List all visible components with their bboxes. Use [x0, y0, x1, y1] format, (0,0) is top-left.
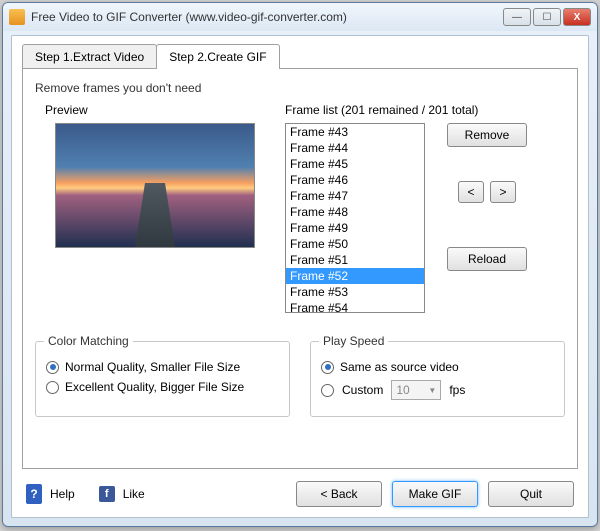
help-group: ? Help — [26, 484, 75, 504]
remove-button[interactable]: Remove — [447, 123, 527, 147]
radio-custom-row[interactable]: Custom 10 ▼ fps — [321, 380, 554, 400]
chevron-down-icon[interactable]: ▼ — [428, 386, 436, 395]
preview-label: Preview — [45, 103, 265, 117]
framelist-buttons: Remove < > Reload — [437, 123, 537, 271]
radio-normal-label: Normal Quality, Smaller File Size — [65, 360, 240, 374]
titlebar[interactable]: Free Video to GIF Converter (www.video-g… — [3, 3, 597, 31]
client-area: Step 1.Extract Video Step 2.Create GIF R… — [11, 35, 589, 518]
minimize-button[interactable]: — — [503, 8, 531, 26]
list-item[interactable]: Frame #54 — [286, 300, 424, 313]
list-item[interactable]: Frame #45 — [286, 156, 424, 172]
quit-button[interactable]: Quit — [488, 481, 574, 507]
tab-strip: Step 1.Extract Video Step 2.Create GIF — [22, 44, 279, 69]
reload-button[interactable]: Reload — [447, 247, 527, 271]
remove-frames-label: Remove frames you don't need — [35, 81, 565, 95]
radio-same-row[interactable]: Same as source video — [321, 360, 554, 374]
maximize-button[interactable]: ☐ — [533, 8, 561, 26]
play-speed-legend: Play Speed — [319, 334, 388, 348]
list-item[interactable]: Frame #52 — [286, 268, 424, 284]
preview-area: Preview Frame list (201 remained / 201 t… — [35, 103, 565, 313]
fps-spinner[interactable]: 10 ▼ — [391, 380, 441, 400]
framelist-label: Frame list (201 remained / 201 total) — [285, 103, 565, 117]
radio-custom[interactable] — [321, 384, 334, 397]
list-item[interactable]: Frame #47 — [286, 188, 424, 204]
color-matching-group: Color Matching Normal Quality, Smaller F… — [35, 341, 290, 417]
list-item[interactable]: Frame #51 — [286, 252, 424, 268]
help-label[interactable]: Help — [50, 487, 75, 501]
list-item[interactable]: Frame #44 — [286, 140, 424, 156]
make-gif-button[interactable]: Make GIF — [392, 481, 478, 507]
frame-listbox[interactable]: Frame #43Frame #44Frame #45Frame #46Fram… — [285, 123, 425, 313]
list-item[interactable]: Frame #48 — [286, 204, 424, 220]
preview-column: Preview — [35, 103, 265, 313]
bottom-bar: ? Help f Like < Back Make GIF Quit — [26, 481, 574, 507]
back-button[interactable]: < Back — [296, 481, 382, 507]
tab-panel-step2: Remove frames you don't need Preview Fra… — [22, 68, 578, 469]
fps-value: 10 — [396, 383, 409, 397]
radio-same-label: Same as source video — [340, 360, 459, 374]
window-controls: — ☐ X — [503, 8, 591, 26]
radio-normal[interactable] — [46, 361, 59, 374]
framelist-row: Frame #43Frame #44Frame #45Frame #46Fram… — [285, 123, 565, 313]
play-speed-group: Play Speed Same as source video Custom 1… — [310, 341, 565, 417]
radio-normal-row[interactable]: Normal Quality, Smaller File Size — [46, 360, 279, 374]
framelist-column: Frame list (201 remained / 201 total) Fr… — [285, 103, 565, 313]
list-item[interactable]: Frame #43 — [286, 124, 424, 140]
help-icon[interactable]: ? — [26, 484, 42, 504]
lower-row: Color Matching Normal Quality, Smaller F… — [35, 341, 565, 417]
radio-excellent-row[interactable]: Excellent Quality, Bigger File Size — [46, 380, 279, 394]
app-icon — [9, 9, 25, 25]
preview-image — [55, 123, 255, 248]
like-label[interactable]: Like — [123, 487, 145, 501]
tab-step1[interactable]: Step 1.Extract Video — [22, 44, 157, 69]
color-matching-legend: Color Matching — [44, 334, 133, 348]
app-window: Free Video to GIF Converter (www.video-g… — [2, 2, 598, 527]
preview-dock-shape — [135, 183, 175, 247]
list-item[interactable]: Frame #49 — [286, 220, 424, 236]
tab-step2[interactable]: Step 2.Create GIF — [156, 44, 279, 69]
facebook-icon[interactable]: f — [99, 486, 115, 502]
radio-same[interactable] — [321, 361, 334, 374]
list-item[interactable]: Frame #50 — [286, 236, 424, 252]
list-item[interactable]: Frame #53 — [286, 284, 424, 300]
next-frame-button[interactable]: > — [490, 181, 516, 203]
like-group: f Like — [99, 486, 145, 502]
close-button[interactable]: X — [563, 8, 591, 26]
radio-excellent[interactable] — [46, 381, 59, 394]
radio-custom-label: Custom — [342, 383, 383, 397]
prev-frame-button[interactable]: < — [458, 181, 484, 203]
fps-unit: fps — [449, 383, 465, 397]
nav-pair: < > — [458, 181, 516, 203]
window-title: Free Video to GIF Converter (www.video-g… — [31, 10, 503, 24]
radio-excellent-label: Excellent Quality, Bigger File Size — [65, 380, 244, 394]
list-item[interactable]: Frame #46 — [286, 172, 424, 188]
